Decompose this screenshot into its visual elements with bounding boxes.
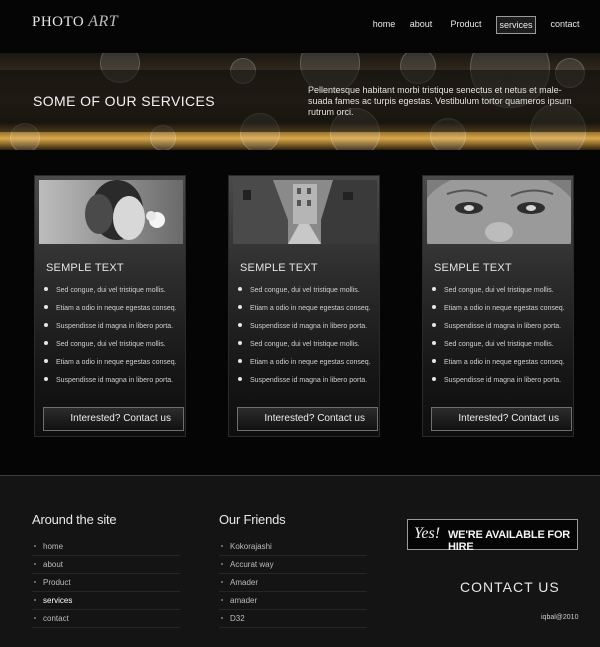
card-photo-portrait bbox=[427, 180, 571, 244]
bullet-icon bbox=[221, 581, 223, 583]
card-feature-list: Sed congue, dui vel tristique mollis. Et… bbox=[432, 287, 565, 395]
hire-badge[interactable]: Yes! WE'RE AVAILABLE FOR HIRE bbox=[407, 519, 578, 553]
bullet-icon bbox=[238, 305, 242, 309]
bullet-icon bbox=[44, 287, 48, 291]
footer-friend-links: Kokorajashi Accurat way Amader amader D3… bbox=[219, 538, 367, 628]
banner-title: SOME OF OUR SERVICES bbox=[33, 93, 215, 109]
bullet-icon bbox=[44, 305, 48, 309]
bullet-icon bbox=[221, 617, 223, 619]
nav-services[interactable]: services bbox=[496, 16, 536, 34]
banner-description: Pellentesque habitant morbi tristique se… bbox=[308, 85, 572, 117]
friend-link[interactable]: Accurat way bbox=[219, 556, 367, 574]
list-item: Etiam a odio in neque egestas conseq. bbox=[44, 305, 177, 323]
bullet-icon bbox=[44, 359, 48, 363]
list-item: Suspendisse id magna in libero porta. bbox=[432, 323, 565, 341]
bullet-icon bbox=[432, 323, 436, 327]
bullet-icon bbox=[34, 617, 36, 619]
bullet-icon bbox=[34, 545, 36, 547]
list-item: Sed congue, dui vel tristique mollis. bbox=[432, 341, 565, 359]
contact-button[interactable]: Interested? Contact us bbox=[43, 407, 184, 431]
bullet-icon bbox=[432, 359, 436, 363]
list-item: Sed congue, dui vel tristique mollis. bbox=[44, 287, 177, 305]
friend-link[interactable]: Amader bbox=[219, 574, 367, 592]
bullet-icon bbox=[221, 563, 223, 565]
bullet-icon bbox=[432, 305, 436, 309]
contact-us-link[interactable]: CONTACT US bbox=[460, 579, 560, 595]
hire-text: WE'RE AVAILABLE FOR HIRE bbox=[448, 529, 571, 553]
footer-link-services[interactable]: services bbox=[32, 592, 180, 610]
card-photo-street bbox=[233, 180, 377, 244]
friend-link[interactable]: D32 bbox=[219, 610, 367, 628]
logo-word-art: ART bbox=[88, 13, 119, 30]
bullet-icon bbox=[238, 359, 242, 363]
friend-link[interactable]: amader bbox=[219, 592, 367, 610]
nav-product[interactable]: Product bbox=[448, 16, 484, 34]
bullet-icon bbox=[44, 377, 48, 381]
list-item: Etiam a odio in neque egestas conseq. bbox=[238, 305, 371, 323]
card-heading: SEMPLE TEXT bbox=[434, 262, 512, 274]
service-card: SEMPLE TEXT Sed congue, dui vel tristiqu… bbox=[228, 175, 380, 437]
bullet-icon bbox=[238, 287, 242, 291]
footer-link-product[interactable]: Product bbox=[32, 574, 180, 592]
header: PHOTO ART home about Product services con… bbox=[0, 0, 600, 53]
bullet-icon bbox=[238, 377, 242, 381]
footer-heading-friends: Our Friends bbox=[219, 512, 286, 527]
bullet-icon bbox=[34, 581, 36, 583]
friend-link[interactable]: Kokorajashi bbox=[219, 538, 367, 556]
card-feature-list: Sed congue, dui vel tristique mollis. Et… bbox=[238, 287, 371, 395]
list-item: Sed congue, dui vel tristique mollis. bbox=[238, 287, 371, 305]
list-item: Suspendisse id magna in libero porta. bbox=[238, 377, 371, 395]
contact-button[interactable]: Interested? Contact us bbox=[237, 407, 378, 431]
list-item: Etiam a odio in neque egestas conseq. bbox=[432, 359, 565, 377]
nav-about[interactable]: about bbox=[406, 16, 436, 34]
hero-banner: SOME OF OUR SERVICES Pellentesque habita… bbox=[0, 53, 600, 150]
bullet-icon bbox=[238, 323, 242, 327]
card-heading: SEMPLE TEXT bbox=[240, 262, 318, 274]
footer-credit: iqbal@2010 bbox=[541, 614, 579, 621]
bullet-icon bbox=[432, 377, 436, 381]
logo[interactable]: PHOTO ART bbox=[32, 13, 118, 31]
bullet-icon bbox=[432, 341, 436, 345]
list-item: Suspendisse id magna in libero porta. bbox=[44, 323, 177, 341]
nav-contact[interactable]: contact bbox=[548, 16, 582, 34]
bullet-icon bbox=[44, 341, 48, 345]
hire-yes-text: Yes! bbox=[414, 525, 441, 542]
bullet-icon bbox=[44, 323, 48, 327]
bullet-icon bbox=[34, 563, 36, 565]
footer-link-contact[interactable]: contact bbox=[32, 610, 180, 628]
service-card: SEMPLE TEXT Sed congue, dui vel tristiqu… bbox=[34, 175, 186, 437]
list-item: Etiam a odio in neque egestas conseq. bbox=[44, 359, 177, 377]
card-heading: SEMPLE TEXT bbox=[46, 262, 124, 274]
services-section: SEMPLE TEXT Sed congue, dui vel tristiqu… bbox=[0, 150, 600, 475]
footer-heading-around: Around the site bbox=[32, 512, 117, 527]
bullet-icon bbox=[221, 599, 223, 601]
footer: Around the site home about Product servi… bbox=[0, 475, 600, 647]
list-item: Suspendisse id magna in libero porta. bbox=[238, 323, 371, 341]
list-item: Suspendisse id magna in libero porta. bbox=[44, 377, 177, 395]
card-feature-list: Sed congue, dui vel tristique mollis. Et… bbox=[44, 287, 177, 395]
list-item: Sed congue, dui vel tristique mollis. bbox=[238, 341, 371, 359]
logo-word-photo: PHOTO bbox=[32, 14, 85, 30]
list-item: Sed congue, dui vel tristique mollis. bbox=[44, 341, 177, 359]
list-item: Etiam a odio in neque egestas conseq. bbox=[432, 305, 565, 323]
footer-link-home[interactable]: home bbox=[32, 538, 180, 556]
nav-home[interactable]: home bbox=[370, 16, 398, 34]
list-item: Suspendisse id magna in libero porta. bbox=[432, 377, 565, 395]
list-item: Sed congue, dui vel tristique mollis. bbox=[432, 287, 565, 305]
footer-site-links: home about Product services contact bbox=[32, 538, 180, 628]
bullet-icon bbox=[221, 545, 223, 547]
bullet-icon bbox=[432, 287, 436, 291]
contact-button[interactable]: Interested? Contact us bbox=[431, 407, 572, 431]
footer-link-about[interactable]: about bbox=[32, 556, 180, 574]
list-item: Etiam a odio in neque egestas conseq. bbox=[238, 359, 371, 377]
card-photo-couple bbox=[39, 180, 183, 244]
bullet-icon bbox=[238, 341, 242, 345]
service-card: SEMPLE TEXT Sed congue, dui vel tristiqu… bbox=[422, 175, 574, 437]
bullet-icon bbox=[34, 599, 36, 601]
